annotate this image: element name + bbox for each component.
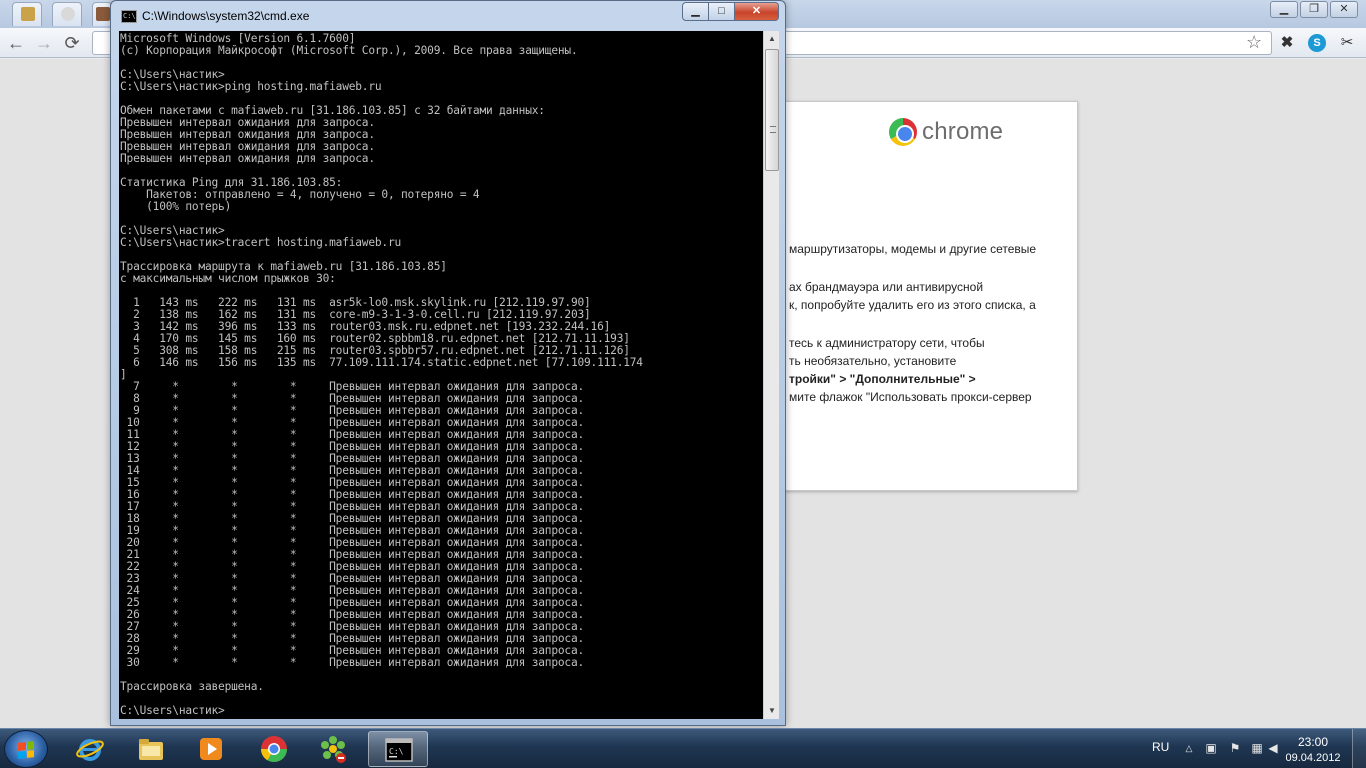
chrome-logo-text: chrome (922, 118, 1004, 145)
tab-favicon-icon (96, 7, 110, 21)
error-text-line: к, попробуйте удалить его из этого списк… (789, 298, 1036, 312)
scroll-down-arrow-icon[interactable]: ▼ (764, 703, 780, 719)
error-text-line: ть необязательно, установите (789, 354, 957, 368)
svg-text:C:\: C:\ (389, 747, 404, 756)
cmd-minimize-button[interactable]: ▁ (682, 2, 709, 21)
internet-explorer-icon (76, 739, 104, 761)
error-text-line: ах брандмауэра или антивирусной (789, 280, 984, 294)
command-prompt-icon: C:\ (385, 738, 413, 762)
network-icon[interactable]: ▦ (1250, 741, 1264, 755)
show-desktop-button[interactable] (1352, 729, 1366, 768)
chrome-logo: chrome (889, 118, 1003, 146)
taskbar-windows-explorer[interactable] (121, 731, 181, 767)
volume-icon[interactable]: ◀ (1266, 741, 1280, 755)
scroll-thumb[interactable] (765, 49, 779, 171)
chrome-maximize-button[interactable]: ❐ (1300, 1, 1328, 18)
folder-icon (139, 739, 163, 760)
action-center-flag-icon[interactable]: ⚑ (1228, 741, 1242, 755)
scroll-up-arrow-icon[interactable]: ▲ (764, 31, 780, 47)
bookmark-star-icon[interactable]: ☆ (1246, 32, 1262, 53)
chrome-error-card: chrome маршрутизаторы, модемы и другие с… (760, 101, 1078, 491)
console-output[interactable]: Microsoft Windows [Version 6.1.7600] (c)… (119, 31, 763, 719)
chrome-window-controls: ▁ ❐ ✕ (1270, 1, 1358, 18)
error-text-line: мите флажок "Использовать прокси-сервер (789, 390, 1032, 404)
reload-button[interactable]: ⟳ (62, 33, 82, 53)
skype-extension-icon[interactable]: S (1308, 34, 1326, 52)
chrome-tab-2[interactable] (52, 2, 82, 26)
windows-logo-icon (18, 741, 34, 759)
error-text-line: маршрутизаторы, модемы и другие сетевые (789, 242, 1037, 256)
taskbar-google-chrome[interactable] (244, 731, 304, 767)
wrench-menu-icon[interactable]: ✂ (1338, 34, 1356, 52)
error-text-line-bold: тройки" > "Дополнительные" > (789, 372, 976, 386)
forward-button[interactable]: → (34, 33, 54, 53)
clock-time[interactable]: 23:00 (1286, 735, 1340, 749)
cmd-close-button[interactable]: ✕ (735, 2, 779, 21)
clock-date[interactable]: 09.04.2012 (1282, 752, 1344, 764)
taskbar-icq[interactable] (303, 731, 363, 767)
show-hidden-icons-icon[interactable]: △ (1182, 741, 1196, 755)
cmd-window[interactable]: C:\ C:\Windows\system32\cmd.exe ▁ □ ✕ Mi… (110, 0, 786, 726)
tab-favicon-icon (61, 7, 75, 21)
back-button[interactable]: ← (6, 33, 26, 53)
console-scrollbar[interactable]: ▲ ▼ (763, 31, 779, 719)
cmd-app-icon[interactable]: C:\ (121, 10, 137, 23)
taskbar: C:\ RU △ ▣ ⚑ ▦ ◀ 23:00 09.04.2012 (0, 728, 1366, 768)
taskbar-command-prompt[interactable]: C:\ (368, 731, 428, 767)
cmd-window-controls: ▁ □ ✕ (682, 2, 779, 21)
taskbar-media-player[interactable] (181, 731, 241, 767)
cmd-window-title: C:\Windows\system32\cmd.exe (142, 9, 310, 23)
chrome-tab-1[interactable] (12, 2, 42, 26)
tab-favicon-icon (21, 7, 35, 21)
tray-app-icon[interactable]: ▣ (1204, 741, 1218, 755)
error-text-line: тесь к администратору сети, чтобы (789, 336, 985, 350)
media-player-icon (200, 738, 222, 760)
icq-flower-icon (321, 736, 346, 763)
cmd-titlebar[interactable]: C:\ C:\Windows\system32\cmd.exe ▁ □ ✕ (111, 1, 785, 31)
chrome-minimize-button[interactable]: ▁ (1270, 1, 1298, 18)
scroll-grip-icon (770, 126, 776, 133)
taskbar-internet-explorer[interactable] (60, 731, 120, 767)
language-indicator[interactable]: RU (1152, 740, 1169, 754)
console-text: Microsoft Windows [Version 6.1.7600] (c)… (120, 32, 643, 717)
cmd-maximize-button[interactable]: □ (709, 2, 735, 21)
chrome-close-button[interactable]: ✕ (1330, 1, 1358, 18)
start-button[interactable] (4, 730, 48, 768)
chrome-logo-icon (889, 118, 917, 146)
chrome-tab-3[interactable] (92, 2, 112, 26)
chrome-icon (260, 736, 288, 763)
extension-x-icon[interactable]: ✖ (1278, 34, 1296, 52)
